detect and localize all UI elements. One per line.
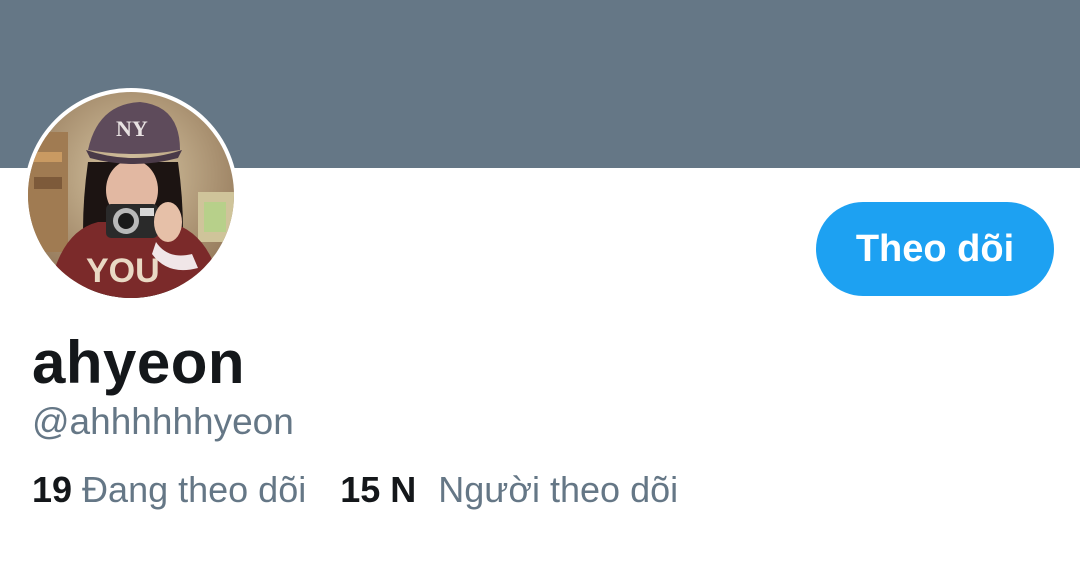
avatar[interactable]: YOU NY bbox=[24, 88, 238, 302]
profile-stats: 19 Đang theo dõi 15 N Người theo dõi bbox=[32, 468, 678, 512]
user-handle: @ahhhhhhyeon bbox=[32, 401, 294, 442]
following-stat[interactable]: 19 Đang theo dõi bbox=[32, 468, 306, 512]
avatar-photo: YOU NY bbox=[28, 92, 234, 298]
followers-stat[interactable]: 15 N Người theo dõi bbox=[340, 468, 678, 512]
follow-button[interactable]: Theo dõi bbox=[816, 202, 1054, 296]
shirt-print: YOU bbox=[86, 252, 160, 290]
followers-label: Người theo dõi bbox=[438, 469, 679, 510]
svg-text:NY: NY bbox=[116, 116, 148, 141]
following-count: 19 bbox=[32, 469, 73, 510]
display-name: ahyeon bbox=[32, 329, 246, 396]
followers-count: 15 N bbox=[340, 469, 417, 510]
following-label: Đang theo dõi bbox=[82, 469, 307, 510]
